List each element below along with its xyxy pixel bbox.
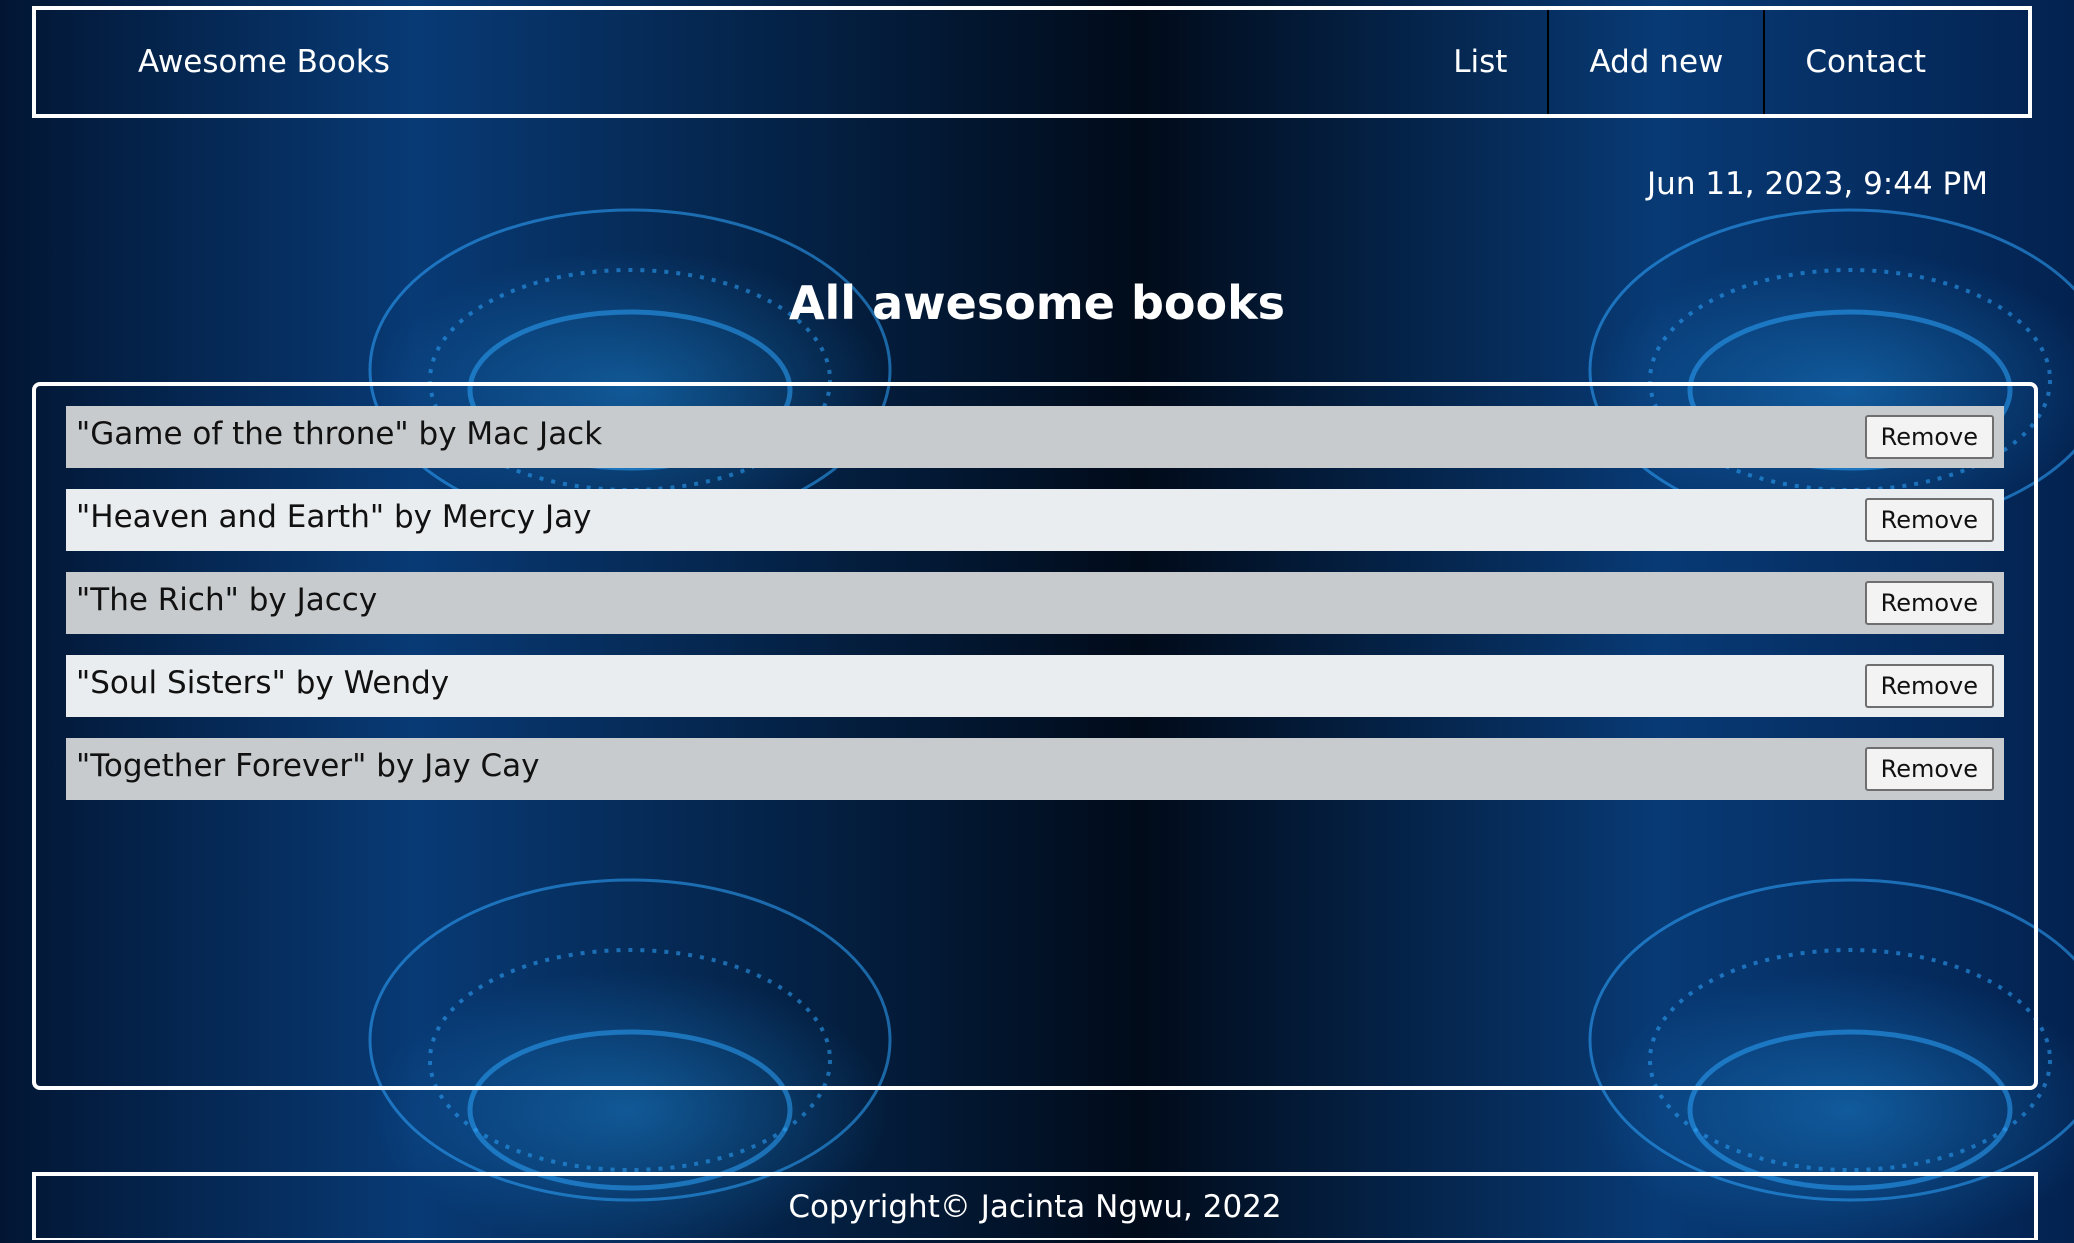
brand-logo-text[interactable]: Awesome Books (138, 10, 390, 114)
remove-book-button[interactable]: Remove (1864, 664, 1994, 708)
book-list-panel: "Game of the throne" by Mac Jack Remove … (32, 382, 2038, 1090)
book-title-author: "The Rich" by Jaccy (76, 582, 378, 618)
site-footer: Copyright© Jacinta Ngwu, 2022 (32, 1172, 2038, 1240)
book-item: "The Rich" by Jaccy Remove (66, 572, 2004, 634)
book-title-author: "Together Forever" by Jay Cay (76, 748, 540, 784)
book-title-author: "Soul Sisters" by Wendy (76, 665, 450, 701)
nav-add-new-link[interactable]: Add new (1549, 10, 1766, 114)
page-title: All awesome books (788, 276, 1286, 330)
current-datetime: Jun 11, 2023, 9:44 PM (1647, 166, 1988, 202)
remove-book-button[interactable]: Remove (1864, 581, 1994, 625)
book-list: "Game of the throne" by Mac Jack Remove … (66, 406, 2004, 821)
main-nav: List Add new Contact (1413, 10, 1926, 114)
book-item: "Heaven and Earth" by Mercy Jay Remove (66, 489, 2004, 551)
remove-book-button[interactable]: Remove (1864, 747, 1994, 791)
remove-book-button[interactable]: Remove (1864, 415, 1994, 459)
site-header: Awesome Books List Add new Contact (32, 6, 2032, 118)
remove-book-button[interactable]: Remove (1864, 498, 1994, 542)
book-title-author: "Heaven and Earth" by Mercy Jay (76, 499, 592, 535)
book-item: "Game of the throne" by Mac Jack Remove (66, 406, 2004, 468)
book-item: "Together Forever" by Jay Cay Remove (66, 738, 2004, 800)
copyright-text: Copyright© Jacinta Ngwu, 2022 (788, 1189, 1282, 1225)
book-title-author: "Game of the throne" by Mac Jack (76, 416, 603, 452)
book-item: "Soul Sisters" by Wendy Remove (66, 655, 2004, 717)
nav-list-link[interactable]: List (1413, 10, 1550, 114)
nav-contact-link[interactable]: Contact (1765, 10, 1926, 114)
